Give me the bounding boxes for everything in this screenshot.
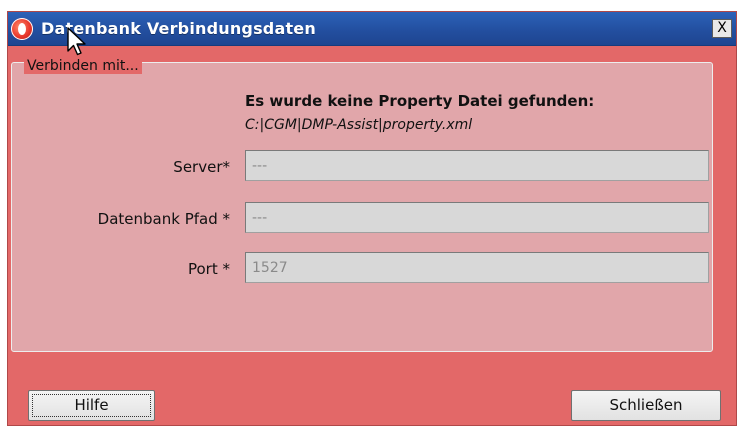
port-label: Port * <box>187 260 230 278</box>
server-label: Server* <box>173 158 230 176</box>
close-button[interactable]: Schließen <box>571 390 721 421</box>
app-logo-icon <box>11 18 33 40</box>
database-path-label: Datenbank Pfad * <box>97 210 230 228</box>
server-input[interactable] <box>245 150 709 181</box>
port-input[interactable] <box>245 252 709 283</box>
property-file-path: C:|CGM|DMP-Assist|property.xml <box>245 117 473 133</box>
mouse-cursor-icon <box>67 27 86 56</box>
no-property-file-message: Es wurde keine Property Datei gefunden: <box>245 92 595 110</box>
title-bar[interactable]: Datenbank Verbindungsdaten X <box>8 12 736 46</box>
help-button[interactable]: Hilfe <box>28 390 155 421</box>
group-legend: Verbinden mit... <box>24 58 142 74</box>
close-window-button[interactable]: X <box>712 19 732 38</box>
database-path-input[interactable] <box>245 202 709 233</box>
